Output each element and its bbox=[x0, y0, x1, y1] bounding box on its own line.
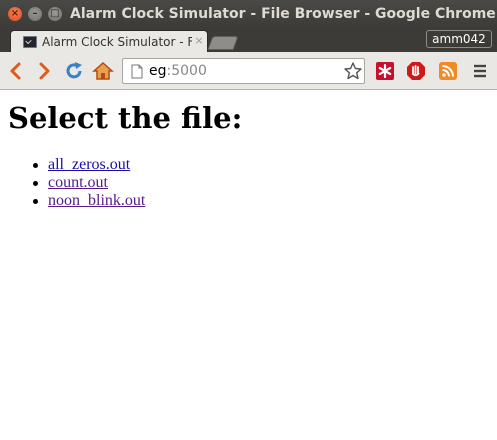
asterisk-extension-icon bbox=[376, 62, 394, 80]
file-list-item: noon_blink.out bbox=[32, 192, 145, 210]
back-arrow-icon bbox=[10, 62, 21, 80]
file-link-count[interactable]: count.out bbox=[48, 174, 108, 191]
url-text[interactable]: eg:5000 bbox=[149, 63, 207, 79]
rss-icon bbox=[439, 62, 457, 80]
close-window-button[interactable]: × bbox=[8, 7, 22, 21]
file-link-noon-blink[interactable]: noon_blink.out bbox=[48, 192, 145, 209]
extension-asterisk-button[interactable] bbox=[374, 60, 396, 82]
stop-sign-extension-icon bbox=[407, 62, 425, 80]
tab-title: Alarm Clock Simulator - File Browser bbox=[42, 35, 192, 49]
terminal-favicon-icon bbox=[23, 36, 37, 48]
tab-close-icon[interactable]: × bbox=[193, 34, 205, 48]
forward-arrow-icon bbox=[39, 62, 50, 80]
forward-button[interactable] bbox=[33, 60, 55, 82]
tab-active[interactable]: Alarm Clock Simulator - File Browser × bbox=[10, 30, 208, 52]
back-button[interactable] bbox=[5, 60, 27, 82]
page-heading: Select the file: bbox=[8, 101, 243, 135]
home-icon bbox=[92, 61, 114, 80]
page-content: Select the file: all_zeros.out count.out… bbox=[0, 91, 497, 440]
reload-button[interactable] bbox=[63, 60, 85, 82]
url-host: eg bbox=[149, 63, 167, 79]
browser-toolbar: eg:5000 bbox=[0, 52, 497, 90]
file-list-item: count.out bbox=[32, 174, 145, 192]
rss-feed-button[interactable] bbox=[437, 60, 459, 82]
new-tab-button[interactable] bbox=[207, 36, 239, 50]
page-icon bbox=[131, 64, 143, 79]
tab-strip: Alarm Clock Simulator - File Browser × a… bbox=[0, 28, 497, 52]
address-bar[interactable]: eg:5000 bbox=[122, 58, 365, 84]
file-link-all-zeros[interactable]: all_zeros.out bbox=[48, 156, 130, 173]
chrome-menu-button[interactable] bbox=[469, 60, 491, 82]
title-bar: × – □ Alarm Clock Simulator - File Brows… bbox=[0, 0, 497, 28]
file-list: all_zeros.out count.out noon_blink.out bbox=[32, 156, 145, 210]
maximize-window-button[interactable]: □ bbox=[48, 7, 62, 21]
hamburger-menu-icon bbox=[474, 64, 486, 78]
profile-button[interactable]: amm042 bbox=[426, 30, 492, 48]
url-port: :5000 bbox=[166, 63, 207, 79]
home-button[interactable] bbox=[92, 60, 114, 82]
extension-stop-button[interactable] bbox=[405, 60, 427, 82]
file-list-item: all_zeros.out bbox=[32, 156, 145, 174]
minimize-window-button[interactable]: – bbox=[28, 7, 42, 21]
window-title: Alarm Clock Simulator - File Browser - G… bbox=[70, 6, 496, 22]
bookmark-star-icon[interactable] bbox=[343, 61, 363, 81]
reload-icon bbox=[66, 62, 82, 79]
